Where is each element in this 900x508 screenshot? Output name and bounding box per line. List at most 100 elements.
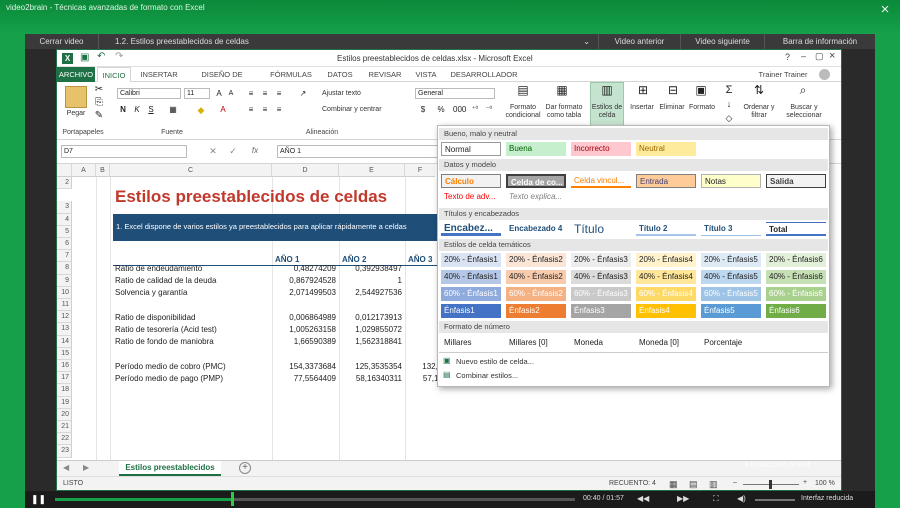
delete-cells-icon[interactable]: ⊟ bbox=[665, 84, 681, 100]
prev-sheet-icon[interactable]: ◀ bbox=[63, 463, 69, 472]
find-select-button[interactable]: Buscar y seleccionar bbox=[779, 104, 829, 120]
row-header[interactable]: 5 bbox=[57, 225, 72, 238]
table-cell[interactable]: Ratio de fondo de maniobra bbox=[115, 336, 214, 348]
row-header[interactable]: 18 bbox=[57, 384, 72, 397]
table-cell[interactable]: 1,562318841 bbox=[339, 336, 402, 348]
style-number-format[interactable]: Moneda [0] bbox=[636, 336, 696, 350]
user-name[interactable]: Trainer Trainer bbox=[753, 67, 813, 82]
format-cells-button[interactable]: Formato bbox=[687, 104, 717, 112]
row-header[interactable]: 7 bbox=[57, 250, 72, 263]
format-cells-icon[interactable]: ▣ bbox=[693, 84, 709, 100]
align-left-icon[interactable]: ≡ bbox=[245, 104, 257, 116]
percent-icon[interactable]: % bbox=[435, 104, 447, 116]
style-accent[interactable]: Énfasis2 bbox=[506, 304, 566, 318]
format-table-icon[interactable]: ▦ bbox=[554, 84, 570, 100]
delete-cells-button[interactable]: Eliminar bbox=[657, 104, 687, 112]
style-title[interactable]: Título 2 bbox=[636, 222, 696, 236]
clear-icon[interactable]: ◇ bbox=[723, 112, 735, 124]
cancel-formula-icon[interactable]: ✕ bbox=[207, 145, 219, 157]
row-header[interactable]: 22 bbox=[57, 433, 72, 446]
insert-function-icon[interactable]: fx bbox=[249, 145, 261, 157]
style-accent-20[interactable]: 20% - Énfasis6 bbox=[766, 253, 826, 267]
table-cell[interactable]: 0,006864989 bbox=[272, 312, 336, 324]
table-cell[interactable]: 1 bbox=[339, 275, 402, 287]
style-accent-40[interactable]: 40% - Énfasis4 bbox=[636, 270, 696, 284]
orientation-icon[interactable]: ↗ bbox=[297, 88, 309, 100]
style-accent-20[interactable]: 20% - Énfasis2 bbox=[506, 253, 566, 267]
style-accent-40[interactable]: 40% - Énfasis2 bbox=[506, 270, 566, 284]
table-cell[interactable]: Solvencia y garantía bbox=[115, 287, 188, 299]
currency-icon[interactable]: $ bbox=[417, 104, 429, 116]
row-header[interactable]: 13 bbox=[57, 323, 72, 336]
grow-font-icon[interactable]: A bbox=[213, 88, 225, 100]
new-cell-style-item[interactable]: Nuevo estilo de celda... bbox=[456, 357, 534, 366]
wrap-text-button[interactable]: Ajustar texto bbox=[322, 90, 382, 98]
style-accent[interactable]: Énfasis1 bbox=[441, 304, 501, 318]
style-accent-60[interactable]: 60% - Énfasis1 bbox=[441, 287, 501, 301]
page-layout-icon[interactable]: ▤ bbox=[689, 479, 698, 490]
style-data-model[interactable]: Salida bbox=[766, 174, 826, 188]
tab-datos[interactable]: DATOS bbox=[322, 67, 358, 82]
tab-inicio[interactable]: INICIO bbox=[97, 67, 131, 82]
style-warning-text[interactable]: Texto de adv... bbox=[441, 190, 501, 204]
table-cell[interactable]: 0,867924528 bbox=[272, 275, 336, 287]
insert-cells-button[interactable]: Insertar bbox=[627, 104, 657, 112]
reduced-interface-button[interactable]: Interfaz reducida bbox=[801, 495, 853, 502]
next-video-button[interactable]: Video siguiente bbox=[681, 34, 765, 49]
row-header[interactable]: 16 bbox=[57, 360, 72, 373]
enter-formula-icon[interactable]: ✓ bbox=[227, 145, 239, 157]
conditional-format-button[interactable]: Formato condicional bbox=[504, 104, 542, 120]
close-video-button[interactable]: Cerrar video bbox=[25, 34, 99, 49]
row-header[interactable]: 15 bbox=[57, 347, 72, 360]
row-header[interactable]: 3 bbox=[57, 201, 72, 214]
row-header[interactable]: 19 bbox=[57, 396, 72, 409]
close-window-icon[interactable]: × bbox=[829, 50, 835, 62]
style-bad[interactable]: Incorrecto bbox=[571, 142, 631, 156]
help-icon[interactable]: ? bbox=[785, 52, 790, 62]
row-header[interactable]: 14 bbox=[57, 335, 72, 348]
style-number-format[interactable]: Moneda bbox=[571, 336, 631, 350]
number-format-select[interactable]: General bbox=[415, 88, 495, 99]
redo-icon[interactable]: ↷ bbox=[115, 51, 123, 62]
style-data-model[interactable]: Celda de co... bbox=[506, 174, 566, 188]
italic-icon[interactable]: K bbox=[131, 104, 143, 116]
row-header[interactable]: 2 bbox=[57, 177, 72, 190]
insert-cells-icon[interactable]: ⊞ bbox=[635, 84, 651, 100]
style-normal[interactable]: Normal bbox=[441, 142, 501, 156]
font-select[interactable]: Calibri bbox=[117, 88, 181, 99]
row-header[interactable]: 21 bbox=[57, 421, 72, 434]
row-header[interactable]: 17 bbox=[57, 372, 72, 385]
row-header[interactable]: 23 bbox=[57, 445, 72, 458]
table-cell[interactable]: 1,66590389 bbox=[272, 336, 336, 348]
align-right-icon[interactable]: ≡ bbox=[273, 104, 285, 116]
borders-icon[interactable]: ▦ bbox=[167, 104, 179, 116]
style-accent-40[interactable]: 40% - Énfasis3 bbox=[571, 270, 631, 284]
avatar[interactable] bbox=[819, 69, 830, 80]
style-data-model[interactable]: Cálculo bbox=[441, 174, 501, 188]
volume-slider[interactable] bbox=[755, 499, 795, 501]
select-all-corner[interactable] bbox=[57, 164, 72, 177]
style-data-model[interactable]: Notas bbox=[701, 174, 761, 188]
column-header[interactable]: F bbox=[405, 164, 435, 177]
pause-icon[interactable]: ❚❚ bbox=[31, 494, 46, 505]
style-accent-40[interactable]: 40% - Énfasis5 bbox=[701, 270, 761, 284]
sort-filter-icon[interactable]: ⇅ bbox=[751, 84, 767, 100]
normal-view-icon[interactable]: ▦ bbox=[669, 479, 678, 490]
merge-styles-item[interactable]: Combinar estilos... bbox=[456, 371, 518, 380]
info-bar-button[interactable]: Barra de información bbox=[765, 34, 875, 49]
table-cell[interactable]: 125,3535354 bbox=[339, 361, 402, 373]
decrease-decimal-icon[interactable]: ⁻⁰ bbox=[483, 104, 495, 116]
style-title[interactable]: Encabez... bbox=[441, 222, 501, 236]
style-accent-60[interactable]: 60% - Énfasis2 bbox=[506, 287, 566, 301]
style-accent-40[interactable]: 40% - Énfasis6 bbox=[766, 270, 826, 284]
style-good[interactable]: Buena bbox=[506, 142, 566, 156]
underline-icon[interactable]: S bbox=[145, 104, 157, 116]
style-title[interactable]: Título 3 bbox=[701, 222, 761, 236]
merge-center-button[interactable]: Combinar y centrar bbox=[322, 106, 402, 114]
row-header[interactable]: 8 bbox=[57, 262, 72, 275]
table-cell[interactable]: Ratio de disponibilidad bbox=[115, 312, 196, 324]
bold-icon[interactable]: N bbox=[117, 104, 129, 116]
style-explanatory-text[interactable]: Texto explica... bbox=[506, 190, 566, 204]
row-header[interactable]: 10 bbox=[57, 286, 72, 299]
fullscreen-icon[interactable]: ⛶ bbox=[713, 494, 719, 504]
